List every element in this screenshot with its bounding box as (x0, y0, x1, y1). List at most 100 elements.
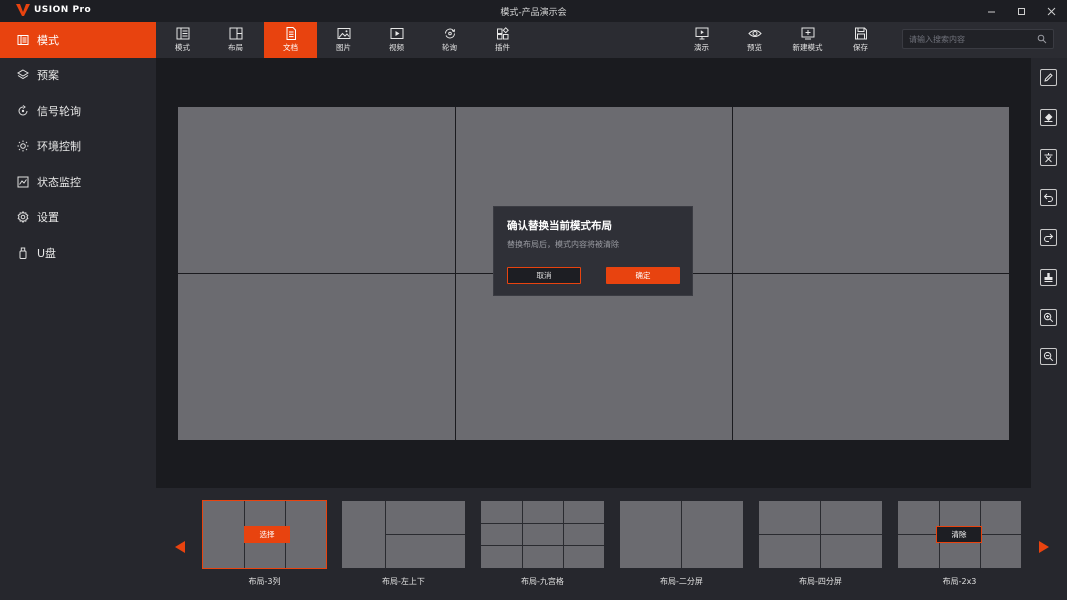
canvas-cell[interactable] (733, 274, 1009, 440)
tool-plugin[interactable]: 插件 (476, 22, 529, 58)
canvas-cell[interactable] (733, 107, 1009, 273)
layout-strip: 选择 布局-3列 布局-左上下 布局-九宫格 布局-二分屏 布局-四分屏 清除 … (156, 488, 1067, 600)
close-icon (1047, 7, 1055, 15)
sidebar-item-mode[interactable]: 模式 (0, 22, 156, 58)
layout-thumb-two-split[interactable] (620, 501, 743, 568)
tool-image[interactable]: 图片 (317, 22, 370, 58)
signal-cycle-icon (18, 104, 28, 116)
pencil-button[interactable] (1040, 69, 1057, 86)
thumb-divider (481, 523, 604, 524)
mode-icon (176, 27, 189, 40)
tool-label: 新建模式 (792, 43, 823, 52)
tool-label: 保存 (853, 43, 868, 52)
new-mode-icon (801, 27, 814, 40)
tool-new-mode[interactable]: 新建模式 (781, 22, 834, 58)
sidebar-item-label: 环境控制 (37, 140, 81, 154)
plugin-icon (496, 27, 509, 40)
tool-preview[interactable]: 预览 (728, 22, 781, 58)
layout-label: 布局-四分屏 (799, 577, 842, 586)
tool-label: 演示 (694, 43, 709, 52)
layout-icon (229, 27, 242, 40)
sidebar-item-label: 状态监控 (37, 175, 81, 189)
zoom-out-icon (1043, 351, 1054, 362)
undo-button[interactable] (1040, 189, 1057, 206)
redo-button[interactable] (1040, 229, 1057, 246)
layout-label: 布局-2x3 (942, 577, 977, 586)
layout-thumb-four-split[interactable] (759, 501, 882, 568)
sidebar-item-status[interactable]: 状态监控 (0, 164, 156, 200)
title-bar: USION Pro 模式-产品演示会 (0, 0, 1067, 22)
close-button[interactable] (1039, 2, 1063, 20)
video-icon (390, 28, 403, 39)
canvas-cell[interactable] (178, 274, 455, 440)
tool-video[interactable]: 视频 (370, 22, 423, 58)
layout-label: 布局-九宫格 (521, 577, 564, 586)
cancel-button[interactable]: 取消 (507, 267, 581, 284)
sidebar-item-label: 设置 (37, 211, 59, 225)
tool-label: 视频 (389, 43, 404, 52)
maximize-icon (1017, 7, 1025, 15)
redo-icon (1044, 233, 1054, 242)
present-icon (695, 27, 708, 40)
minimize-button[interactable] (979, 2, 1003, 20)
monitor-chart-icon (17, 176, 29, 188)
sidebar-item-label: 信号轮询 (37, 104, 81, 118)
zoom-out-button[interactable] (1040, 348, 1057, 365)
stamp-button[interactable] (1040, 269, 1057, 286)
text-icon (1044, 153, 1053, 163)
arrow-right-icon[interactable] (1038, 540, 1050, 554)
tool-label: 轮询 (442, 43, 457, 52)
tool-present[interactable]: 演示 (675, 22, 728, 58)
confirm-button[interactable]: 确定 (606, 267, 680, 284)
layout-thumb-3-columns[interactable]: 选择 (202, 500, 327, 569)
sidebar-item-environment[interactable]: 环境控制 (0, 129, 156, 165)
layout-thumb-2x3[interactable]: 清除 (898, 501, 1021, 568)
sidebar-item-plan[interactable]: 预案 (0, 58, 156, 94)
thumb-divider (759, 534, 882, 535)
tool-document[interactable]: 文档 (264, 22, 317, 58)
sidebar-item-label: U盘 (37, 246, 57, 260)
dialog-title: 确认替换当前模式布局 (507, 220, 612, 232)
sidebar: 模式 预案 信号轮询 环境控制 状态监控 设置 U盘 (0, 22, 156, 600)
text-tool-button[interactable] (1040, 149, 1057, 166)
search-box (902, 29, 1054, 49)
search-input[interactable] (909, 33, 1029, 46)
eraser-button[interactable] (1040, 109, 1057, 126)
thumb-divider (563, 501, 564, 568)
document-icon (286, 27, 296, 40)
sidebar-item-usb[interactable]: U盘 (0, 235, 156, 271)
search-icon[interactable] (1037, 34, 1047, 44)
usb-icon (19, 247, 27, 259)
layout-label: 布局-二分屏 (660, 577, 703, 586)
tool-cycle[interactable]: 轮询 (423, 22, 476, 58)
tool-mode[interactable]: 模式 (156, 22, 209, 58)
sidebar-item-signal-cycle[interactable]: 信号轮询 (0, 93, 156, 129)
canvas-cell[interactable] (456, 274, 732, 440)
confirm-dialog: 确认替换当前模式布局 替换布局后，模式内容将被清除 取消 确定 (493, 206, 693, 296)
thumb-divider (385, 534, 465, 535)
eraser-icon (1044, 113, 1053, 122)
minimize-icon (987, 11, 995, 12)
canvas-cell[interactable] (178, 107, 455, 273)
image-icon (337, 28, 350, 39)
layout-thumb-left-top-bottom[interactable] (342, 501, 465, 568)
tool-layout[interactable]: 布局 (209, 22, 262, 58)
tool-save[interactable]: 保存 (834, 22, 887, 58)
thumb-divider (681, 501, 682, 568)
tool-label: 插件 (495, 43, 510, 52)
clear-layout-button[interactable]: 清除 (936, 526, 982, 543)
sidebar-item-settings[interactable]: 设置 (0, 200, 156, 236)
dialog-message: 替换布局后，模式内容将被清除 (507, 240, 619, 249)
zoom-in-button[interactable] (1040, 309, 1057, 326)
right-tool-rail (1031, 58, 1067, 488)
layers-icon (17, 69, 29, 80)
undo-icon (1043, 193, 1053, 202)
select-layout-button[interactable]: 选择 (244, 526, 290, 543)
eye-icon (747, 30, 762, 37)
maximize-button[interactable] (1009, 2, 1033, 20)
tool-label: 预览 (747, 43, 762, 52)
layout-label: 布局-3列 (248, 577, 281, 586)
layout-thumb-nine-grid[interactable] (481, 501, 604, 568)
zoom-in-icon (1043, 312, 1054, 323)
arrow-left-icon[interactable] (174, 540, 186, 554)
